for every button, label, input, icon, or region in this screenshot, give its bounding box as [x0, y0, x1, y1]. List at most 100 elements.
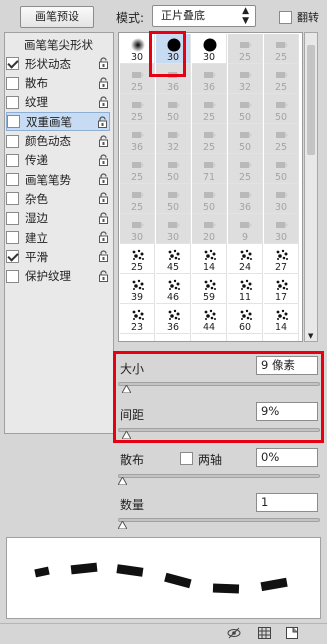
brush-tip-cell[interactable]: 32 [228, 64, 263, 94]
lock-icon[interactable] [99, 270, 108, 282]
brush-tip-cell[interactable]: 36 [228, 184, 263, 214]
brush-tip-cell[interactable]: 14 [192, 244, 227, 274]
brush-option-checkbox[interactable] [6, 269, 19, 283]
brush-tip-cell[interactable]: 59 [192, 274, 227, 304]
brush-tip-cell[interactable]: 46 [156, 274, 191, 304]
flip-checkbox-group[interactable]: 翻转 [279, 9, 319, 25]
scrollbar-thumb[interactable] [307, 45, 315, 155]
brush-tip-cell[interactable]: 23 [120, 304, 155, 334]
brush-tip-cell[interactable]: 50 [156, 184, 191, 214]
brush-option-checkbox[interactable] [6, 231, 19, 244]
brush-option-checkbox[interactable] [6, 76, 19, 90]
brush-option-12[interactable]: 保护纹理 [6, 267, 110, 286]
brush-tip-cell[interactable]: 14 [264, 304, 299, 334]
brush-tip-cell[interactable]: 71 [192, 154, 227, 184]
scatter-slider-handle[interactable] [118, 477, 127, 485]
brush-option-3[interactable]: 纹理 [6, 93, 110, 112]
count-slider-handle[interactable] [118, 521, 127, 529]
brush-tip-cell[interactable]: 25 [228, 34, 263, 64]
brush-tip-cell[interactable]: 45 [156, 244, 191, 274]
brush-option-checkbox[interactable] [6, 134, 19, 148]
brush-tip-cell[interactable]: 36 [120, 124, 155, 154]
brush-option-9[interactable]: 湿边 [6, 209, 110, 228]
scroll-down-arrow-icon[interactable]: ▼ [308, 332, 313, 340]
brush-option-checkbox[interactable] [6, 153, 19, 167]
lock-icon[interactable] [99, 96, 108, 108]
brush-tip-cell[interactable]: 27 [264, 244, 299, 274]
lock-icon[interactable] [99, 192, 108, 205]
brush-tip-cell[interactable]: 36 [192, 64, 227, 94]
brush-tip-cell[interactable]: 25 [120, 154, 155, 184]
brush-option-0[interactable]: 画笔笔尖形状 [6, 35, 110, 54]
brush-tip-cell[interactable]: 60 [228, 304, 263, 334]
scatter-slider-track[interactable] [118, 474, 320, 478]
brush-option-checkbox[interactable] [6, 211, 19, 225]
brush-tip-cell[interactable]: 50 [156, 94, 191, 124]
new-brush-icon[interactable] [286, 627, 298, 639]
brush-tip-cell[interactable]: 30 [192, 34, 227, 64]
brush-tip-cell[interactable]: 30 [264, 214, 299, 244]
brush-tip-cell[interactable]: 20 [192, 214, 227, 244]
brush-tip-cell[interactable]: 25 [120, 244, 155, 274]
lock-icon[interactable] [99, 57, 108, 70]
brush-tip-cell[interactable]: 50 [228, 124, 263, 154]
brush-tip-cell[interactable]: 50 [156, 154, 191, 184]
brush-tip-cell[interactable]: 25 [120, 94, 155, 124]
brush-tip-cell[interactable] [264, 334, 299, 341]
scatter-input[interactable]: 0% [256, 448, 318, 467]
brush-tip-cell[interactable]: 25 [192, 94, 227, 124]
brush-option-5[interactable]: 颜色动态 [6, 132, 110, 151]
brush-tip-cell[interactable]: 25 [264, 64, 299, 94]
brush-tip-cell[interactable] [192, 334, 227, 341]
brush-option-checkbox[interactable] [7, 115, 20, 129]
brush-option-2[interactable]: 散布 [6, 74, 110, 93]
brush-tip-cell[interactable]: 32 [156, 124, 191, 154]
brush-option-4[interactable]: 双重画笔 [6, 112, 110, 132]
brush-tip-cell[interactable]: 50 [192, 184, 227, 214]
brush-tip-cell[interactable]: 25 [192, 124, 227, 154]
brush-tip-cell[interactable]: 30 [156, 214, 191, 244]
brush-tip-cell[interactable]: 39 [120, 274, 155, 304]
brush-tip-cell[interactable]: 30 [264, 184, 299, 214]
grid-icon[interactable] [258, 627, 271, 639]
lock-icon[interactable] [99, 231, 108, 243]
count-slider-track[interactable] [118, 518, 320, 522]
brush-option-6[interactable]: 传递 [6, 151, 110, 170]
lock-icon[interactable] [99, 154, 108, 166]
eye-icon[interactable] [226, 627, 242, 639]
brush-option-8[interactable]: 杂色 [6, 189, 110, 208]
brush-tip-cell[interactable]: 44 [192, 304, 227, 334]
brush-option-7[interactable]: 画笔笔势 [6, 170, 110, 189]
lock-icon[interactable] [99, 212, 108, 224]
mode-select[interactable]: 正片叠底 ▲ ▼ [152, 5, 256, 27]
brush-tip-grid[interactable]: 30 30 30 25 25 25 36 36 32 25 25 50 25 50 50 36 32 25 50 25… [118, 32, 303, 342]
brush-tip-cell[interactable]: 24 [228, 244, 263, 274]
both-axes-checkbox[interactable] [180, 452, 193, 465]
brush-tip-cell[interactable] [120, 334, 155, 341]
brush-tip-cell[interactable]: 50 [264, 154, 299, 184]
brush-option-checkbox[interactable] [6, 95, 19, 109]
brush-option-1[interactable]: 形状动态 [6, 54, 110, 73]
brush-tip-cell[interactable]: 25 [228, 154, 263, 184]
brush-option-checkbox[interactable] [6, 57, 19, 71]
brush-grid-scrollbar[interactable]: ▼ [304, 32, 318, 342]
brush-tip-cell[interactable]: 17 [264, 274, 299, 304]
brush-tip-cell[interactable]: 25 [120, 184, 155, 214]
lock-icon[interactable] [99, 77, 108, 89]
lock-icon[interactable] [99, 250, 108, 263]
brush-tip-cell[interactable]: 25 [264, 124, 299, 154]
brush-presets-button[interactable]: 画笔预设 [20, 6, 94, 28]
brush-tip-cell[interactable]: 36 [156, 304, 191, 334]
brush-tip-cell[interactable] [156, 334, 191, 341]
brush-option-10[interactable]: 建立 [6, 228, 110, 247]
lock-icon[interactable] [99, 173, 108, 186]
brush-tip-cell[interactable]: 50 [264, 94, 299, 124]
lock-icon[interactable] [98, 116, 107, 129]
brush-option-checkbox[interactable] [6, 192, 19, 206]
brush-tip-cell[interactable]: 50 [228, 94, 263, 124]
brush-tip-cell[interactable]: 9 [228, 214, 263, 244]
brush-tip-cell[interactable]: 30 [120, 214, 155, 244]
brush-option-checkbox[interactable] [6, 173, 19, 187]
flip-checkbox[interactable] [279, 10, 292, 24]
lock-icon[interactable] [99, 134, 108, 147]
